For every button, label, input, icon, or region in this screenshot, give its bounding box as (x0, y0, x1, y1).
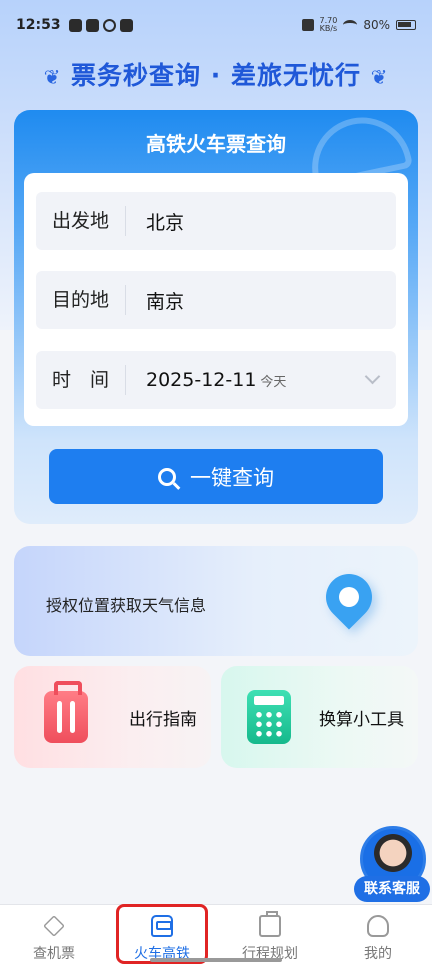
calculator-icon (247, 690, 291, 744)
search-form: 出发地 北京 目的地 南京 时 间 2025-12-11 今天 (24, 173, 408, 426)
departure-field[interactable]: 出发地 北京 (36, 192, 396, 250)
travel-guide-label: 出行指南 (129, 709, 197, 730)
date-hint: 今天 (260, 375, 287, 390)
status-time: 12:53 (16, 17, 61, 33)
briefcase-icon (259, 911, 281, 937)
bottom-tab-bar: 查机票 火车高铁 行程规划 我的 (0, 904, 432, 964)
conversion-tool-label: 换算小工具 (319, 709, 404, 730)
destination-value: 南京 (146, 290, 185, 313)
message-icon (119, 18, 133, 32)
tab-profile-label: 我的 (364, 946, 392, 962)
net-speed-unit: KB/s (319, 24, 338, 33)
tab-itinerary[interactable]: 行程规划 (216, 905, 324, 964)
battery-percent: 80% (363, 18, 390, 32)
search-button-label: 一键查询 (190, 465, 274, 490)
slogan-text: 票务秒查询 · 差旅无忧行 (71, 61, 361, 90)
time-label: 时 间 (36, 365, 126, 395)
app-icon (85, 18, 99, 32)
destination-field[interactable]: 目的地 南京 (36, 271, 396, 329)
customer-service-label: 联系客服 (354, 876, 430, 902)
date-text: 2025-12-11 (146, 369, 257, 391)
weather-card[interactable]: 授权位置获取天气信息 (14, 546, 418, 656)
net-speed: 7.70 KB/s (320, 17, 338, 33)
tab-profile[interactable]: 我的 (324, 905, 432, 964)
battery-icon (396, 20, 416, 30)
search-icon (158, 467, 176, 486)
departure-label: 出发地 (36, 206, 126, 236)
date-value: 2025-12-11 今天 (126, 369, 286, 391)
card-title: 高铁火车票查询 (146, 132, 286, 156)
wifi-icon (343, 20, 358, 30)
vibrate-icon (301, 19, 314, 31)
ticket-search-card: 高铁火车票查询 出发地 北京 目的地 南京 时 间 2025-12-11 今天 一… (14, 110, 418, 524)
slogan: ❦ 票务秒查询 · 差旅无忧行 ❦ (0, 56, 432, 92)
sync-icon (102, 18, 116, 32)
user-icon (367, 915, 389, 937)
status-bar: 12:53 7.70 KB/s 80% (0, 0, 432, 50)
conversion-tool-card[interactable]: 换算小工具 (221, 666, 418, 768)
travel-guide-card[interactable]: 出行指南 (14, 666, 211, 768)
weather-text: 授权位置获取天气信息 (46, 596, 207, 615)
location-pin-icon (316, 564, 382, 630)
notification-icon (68, 18, 82, 32)
destination-label: 目的地 (36, 285, 126, 315)
selection-highlight (116, 904, 208, 964)
laurel-left-icon: ❦ (43, 65, 62, 89)
tab-flights[interactable]: 查机票 (0, 905, 108, 964)
customer-service-button[interactable]: 联系客服 (354, 826, 430, 904)
chevron-down-icon[interactable] (364, 368, 381, 385)
gesture-bar (150, 958, 282, 962)
search-button[interactable]: 一键查询 (49, 449, 383, 504)
departure-value: 北京 (146, 211, 185, 234)
tab-flights-label: 查机票 (33, 946, 75, 962)
laurel-right-icon: ❦ (370, 65, 389, 89)
plane-icon (43, 915, 65, 937)
date-field[interactable]: 时 间 2025-12-11 今天 (36, 351, 396, 409)
suitcase-icon (44, 681, 88, 743)
